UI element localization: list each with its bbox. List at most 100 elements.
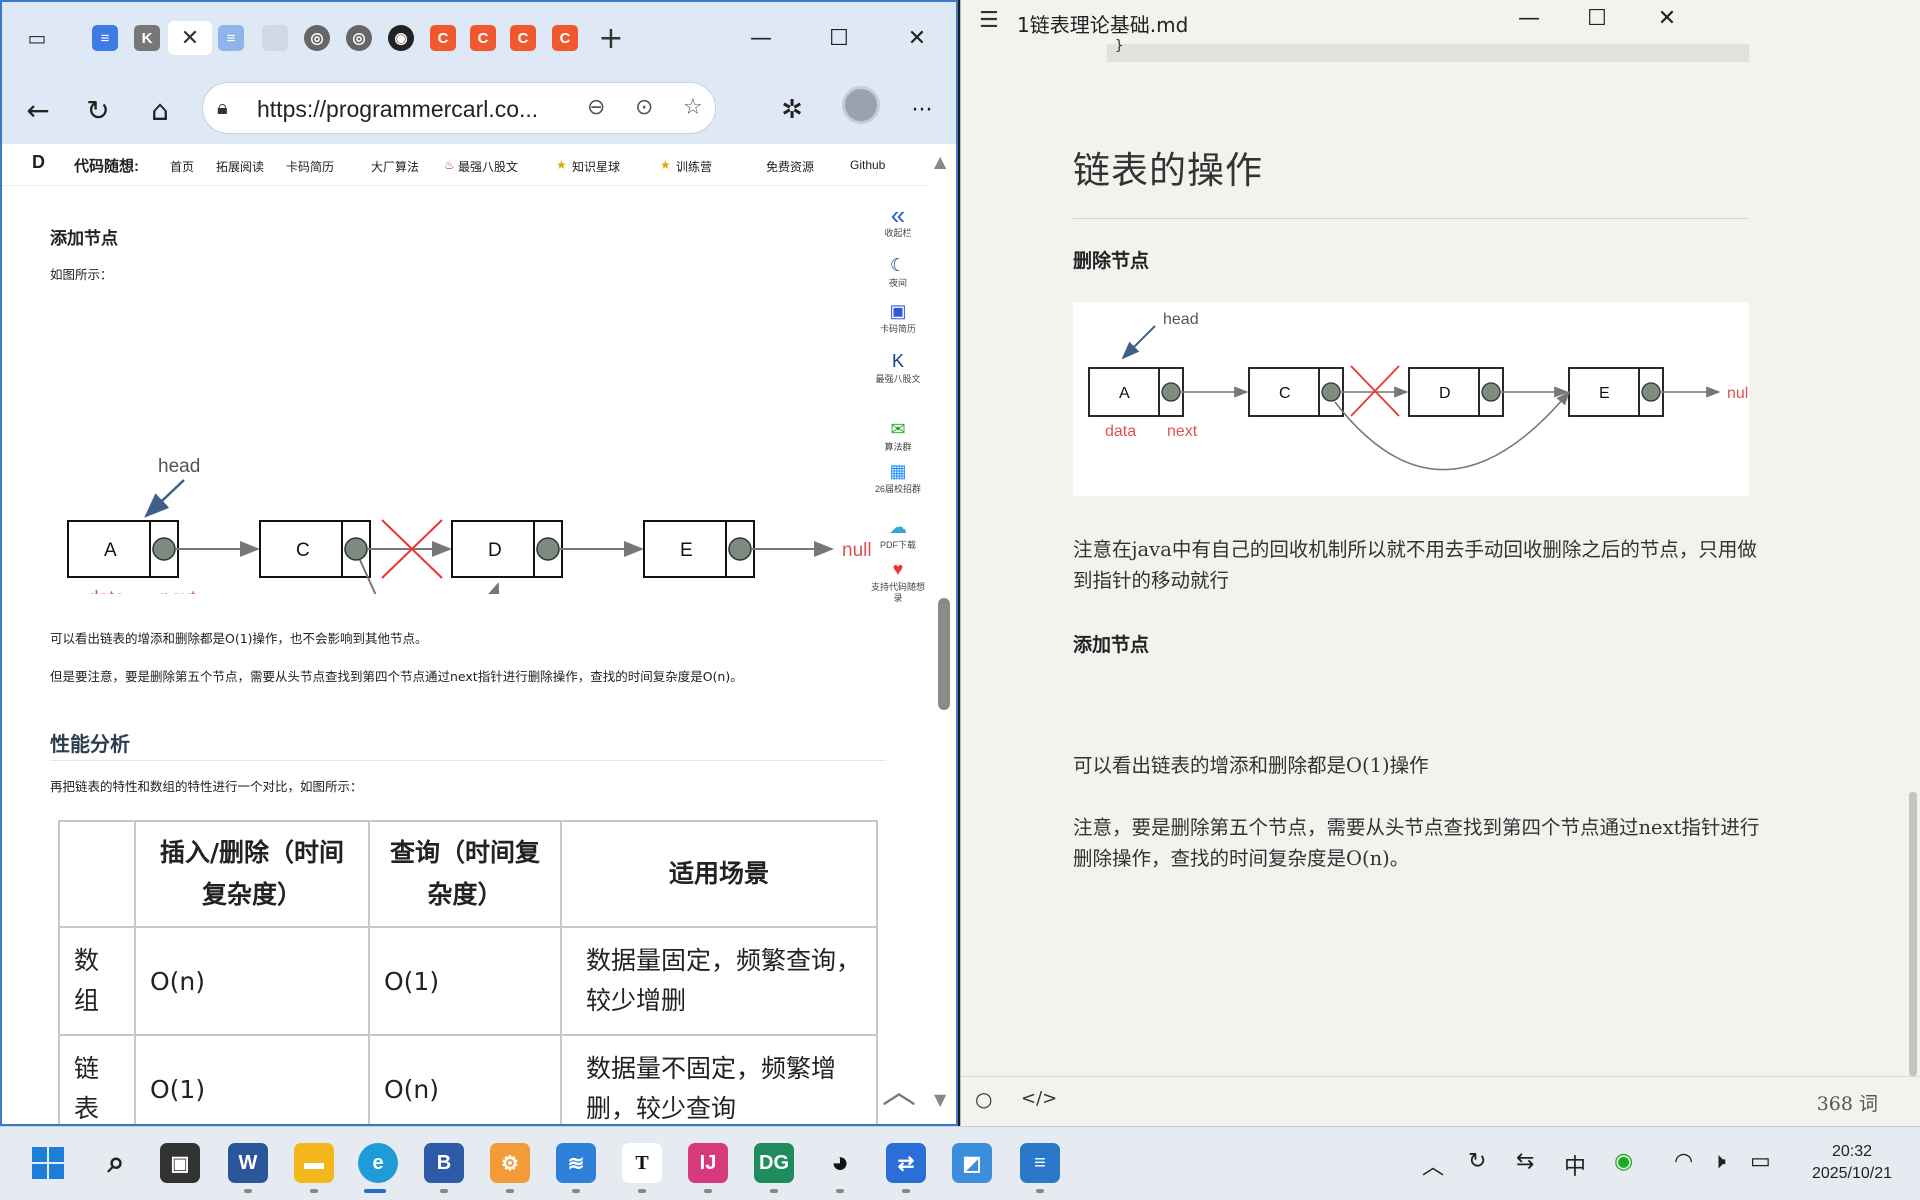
site-nav-item[interactable]: 首页: [170, 158, 194, 175]
heading-linked-list-ops[interactable]: 链表的操作: [1073, 140, 1263, 194]
site-nav-item[interactable]: 大厂算法: [371, 158, 419, 175]
back-to-top-icon[interactable]: ︿: [882, 1064, 916, 1113]
sidebar-label: 最强八股文: [875, 374, 921, 384]
ime-indicator[interactable]: 中: [1564, 1149, 1586, 1181]
favorite-star-icon[interactable]: ☆: [683, 95, 703, 120]
cloud-download-icon: ☁: [889, 517, 907, 537]
scroll-up-icon[interactable]: ▲: [934, 152, 946, 171]
scroll-down-icon[interactable]: ▼: [934, 1090, 946, 1109]
zoom-out-icon[interactable]: ⊖: [587, 95, 605, 120]
note-o1: 可以看出链表的增添和删除都是O(1)操作，也不会影响到其他节点。: [50, 631, 428, 646]
bagu-button[interactable]: K 最强八股文: [870, 350, 926, 385]
start-button[interactable]: [28, 1143, 68, 1183]
datagrip-icon[interactable]: DG: [754, 1143, 794, 1183]
more-tools-icon[interactable]: ⊙: [635, 95, 653, 120]
site-nav-item[interactable]: 卡码简历: [286, 158, 334, 175]
site-nav-item[interactable]: 免费资源: [766, 158, 814, 175]
site-logo[interactable]: D: [32, 152, 45, 173]
divider: [1073, 218, 1749, 219]
tab-c-3[interactable]: C: [506, 21, 540, 55]
pdf-download-button[interactable]: ☁ PDF下载: [870, 516, 926, 551]
minimize-button[interactable]: —: [738, 20, 784, 56]
settings-app-icon[interactable]: ⚙: [490, 1143, 530, 1183]
support-button[interactable]: ♥ 支持代码随想录: [870, 558, 926, 604]
globe-icon: ◎: [304, 25, 330, 51]
tab-close-button[interactable]: ✕: [168, 21, 212, 55]
site-nav-item[interactable]: 训练营: [676, 158, 712, 175]
heading-delete-node[interactable]: 删除节点: [1073, 246, 1149, 273]
close-window-button[interactable]: ✕: [894, 20, 940, 56]
menu-icon[interactable]: ☰: [979, 8, 999, 33]
tab-actions-icon[interactable]: ▭: [20, 21, 54, 55]
wechat-tray-icon[interactable]: ◉: [1614, 1149, 1633, 1174]
resume-button[interactable]: ▣ 卡码简历: [870, 300, 926, 335]
site-brand[interactable]: 代码随想:: [74, 155, 139, 176]
extensions-icon[interactable]: ✲: [772, 90, 812, 130]
site-nav-item[interactable]: 知识星球: [572, 158, 620, 175]
tab-blank[interactable]: [258, 21, 292, 55]
database-app-icon[interactable]: ≋: [556, 1143, 596, 1183]
photos-icon[interactable]: ◩: [952, 1143, 992, 1183]
scrollbar-thumb[interactable]: [938, 598, 950, 710]
task-view-icon[interactable]: ▣: [160, 1143, 200, 1183]
avatar[interactable]: [842, 86, 880, 124]
tab-globe-2[interactable]: ◎: [342, 21, 376, 55]
collapse-sidebar-button[interactable]: «收起栏: [870, 202, 926, 239]
browser-scrollbar[interactable]: ▲ ▼: [930, 144, 956, 1124]
site-nav-item[interactable]: 最强八股文: [458, 158, 518, 175]
sync-icon[interactable]: ↻: [1468, 1149, 1486, 1174]
tab-k[interactable]: K: [130, 21, 164, 55]
refresh-icon[interactable]: ↻: [78, 90, 118, 130]
more-menu-icon[interactable]: ···: [902, 90, 942, 130]
heading-add-node[interactable]: 添加节点: [1073, 630, 1149, 657]
qq-icon[interactable]: ◕: [820, 1143, 860, 1183]
edge-icon[interactable]: e: [358, 1143, 398, 1183]
back-icon[interactable]: ←: [18, 90, 58, 130]
algo-group-button[interactable]: ✉ 算法群: [870, 418, 926, 453]
chevron-up-icon[interactable]: ︿: [1422, 1149, 1444, 1181]
wifi-icon[interactable]: ◠: [1674, 1149, 1693, 1174]
tab-docs-1[interactable]: ≡: [88, 21, 122, 55]
site-nav-item[interactable]: 拓展阅读: [216, 158, 264, 175]
notepad-icon[interactable]: ≡: [1020, 1143, 1060, 1183]
comparison-table: 插入/删除（时间复杂度） 查询（时间复杂度） 适用场景 数组 O(n) O(1)…: [58, 820, 878, 1124]
typora-icon[interactable]: T: [622, 1143, 662, 1183]
word-count[interactable]: 368 词: [1817, 1089, 1878, 1116]
paragraph-java[interactable]: 注意在java中有自己的回收机制所以就不用去手动回收删除之后的节点，只用做到指针…: [1073, 534, 1763, 596]
active-indicator: [364, 1189, 386, 1193]
tab-github[interactable]: ◉: [384, 21, 418, 55]
new-tab-button[interactable]: +: [594, 21, 628, 56]
close-window-button[interactable]: ✕: [1647, 6, 1687, 31]
site-nav-item[interactable]: Github: [850, 158, 885, 172]
next-label: next: [160, 588, 197, 594]
address-bar[interactable]: 🔒︎ https://programmercarl.co... ⊖ ⊙ ☆: [202, 82, 716, 134]
paragraph-note[interactable]: 注意，要是删除第五个节点，需要从头节点查找到第四个节点通过next指针进行删除操…: [1073, 812, 1763, 874]
minimize-button[interactable]: —: [1509, 6, 1549, 31]
tab-c-2[interactable]: C: [466, 21, 500, 55]
paragraph-o1[interactable]: 可以看出链表的增添和删除都是O(1)操作: [1073, 750, 1763, 781]
divider: [50, 760, 886, 761]
intellij-icon[interactable]: IJ: [688, 1143, 728, 1183]
word-icon[interactable]: W: [228, 1143, 268, 1183]
tab-c-4[interactable]: C: [548, 21, 582, 55]
outline-toggle-icon[interactable]: ○: [975, 1087, 992, 1111]
campus-group-button[interactable]: ▦ 26届校招群: [870, 460, 926, 495]
file-explorer-icon[interactable]: ▬: [294, 1143, 334, 1183]
volume-mute-icon[interactable]: 🕨︎: [1712, 1149, 1726, 1174]
search-icon[interactable]: ⌕: [96, 1143, 136, 1183]
typora-scrollbar[interactable]: [1909, 792, 1917, 1076]
home-icon[interactable]: ⌂: [140, 90, 180, 130]
close-icon: ✕: [180, 25, 200, 51]
night-mode-button[interactable]: ☾ 夜间: [870, 254, 926, 289]
source-mode-button[interactable]: </>: [1021, 1088, 1057, 1109]
tab-globe-1[interactable]: ◎: [300, 21, 334, 55]
remote-app-icon[interactable]: ⇄: [886, 1143, 926, 1183]
network-switch-icon[interactable]: ⇆: [1516, 1149, 1534, 1174]
bookxnote-icon[interactable]: B: [424, 1143, 464, 1183]
tab-docs-2[interactable]: ≡: [214, 21, 248, 55]
tab-c-1[interactable]: C: [426, 21, 460, 55]
system-clock[interactable]: 20:32 2025/10/21: [1796, 1141, 1908, 1185]
maximize-button[interactable]: ☐: [1577, 6, 1617, 31]
maximize-button[interactable]: ☐: [816, 20, 862, 56]
battery-icon[interactable]: ▭: [1750, 1149, 1771, 1174]
